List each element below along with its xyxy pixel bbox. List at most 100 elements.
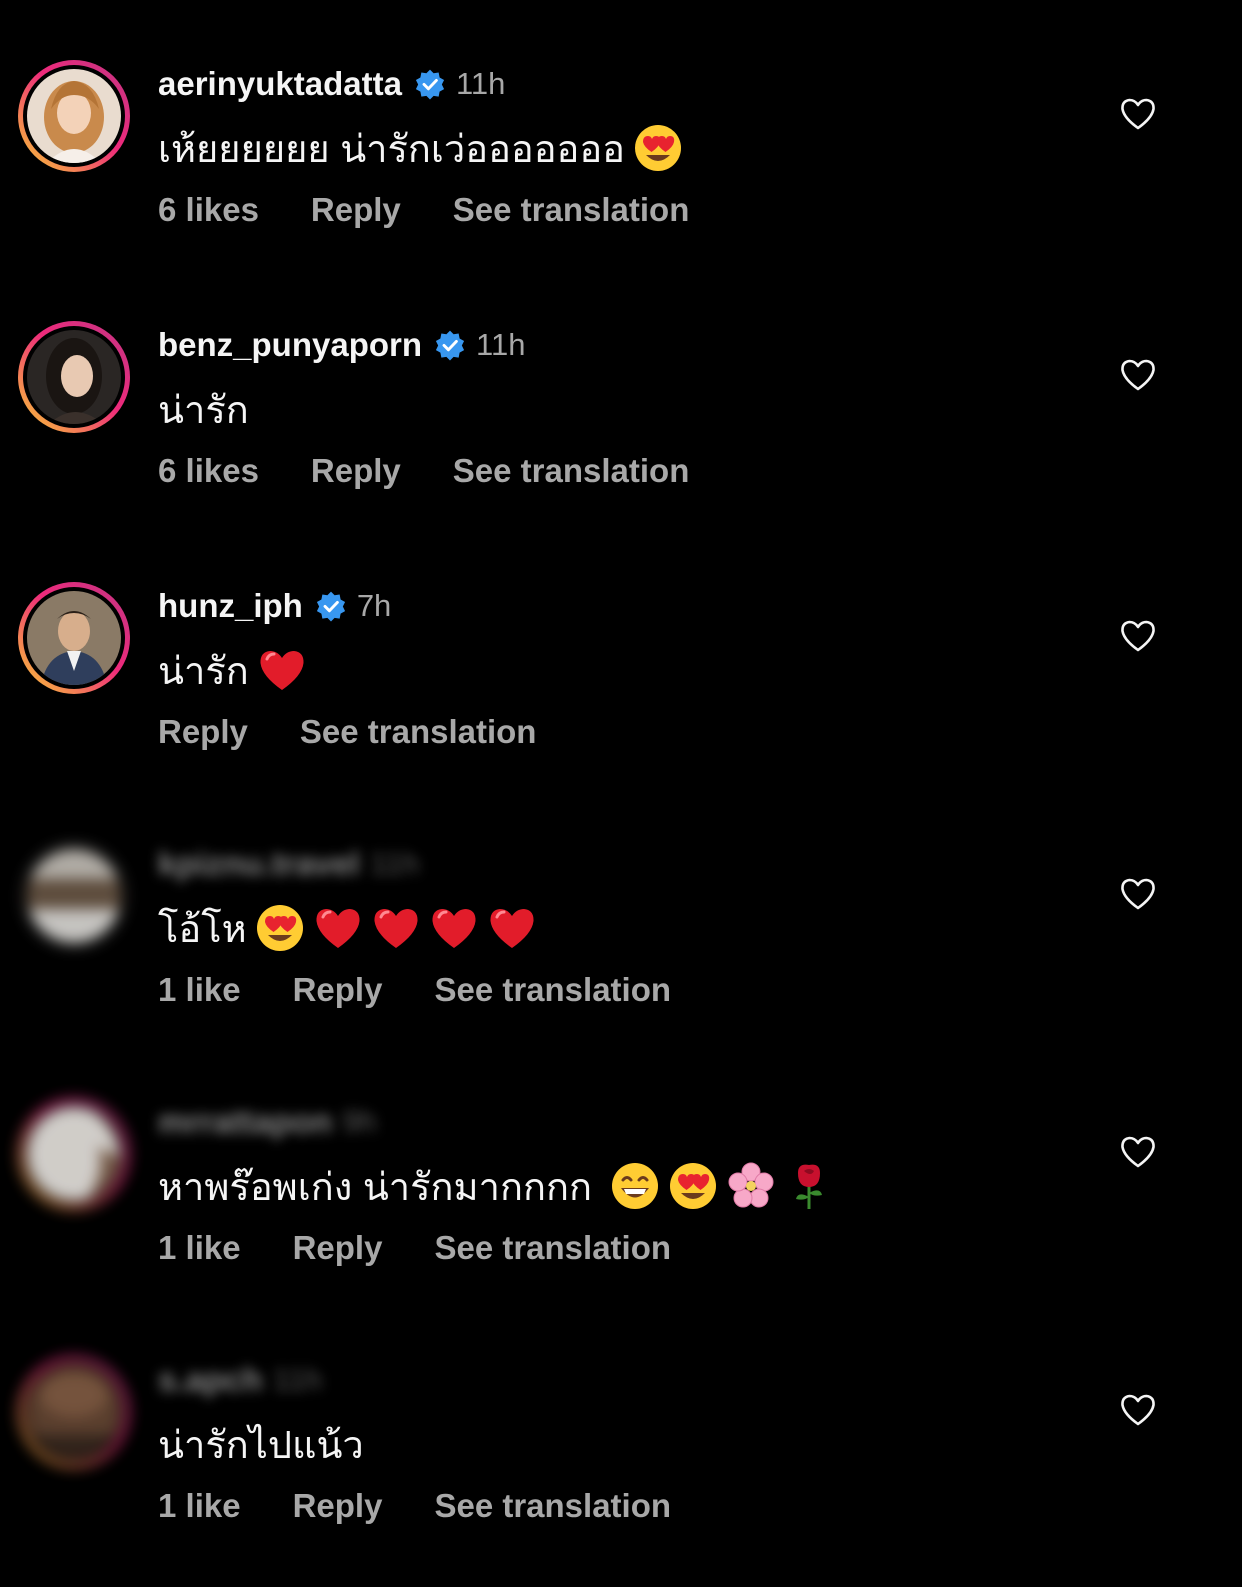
username-link[interactable]: kpiznu.travel (158, 845, 360, 883)
likes-count[interactable]: 1 like (158, 971, 241, 1009)
reply-button[interactable]: Reply (311, 452, 401, 490)
avatar-border (23, 65, 125, 167)
verified-badge-icon (435, 330, 465, 361)
comment-item: mrrattapon 9h หาพร๊อพเก่ง น่ารักมากกกก 1… (0, 1098, 1242, 1318)
comment-text: โอ้โห (158, 908, 247, 951)
red-heart-emoji (316, 909, 360, 948)
avatar[interactable] (27, 69, 121, 163)
comment-item: aerinyuktadatta 11h เห้ยยยยยย น่ารักเว่อ… (0, 60, 1242, 280)
see-translation-button[interactable]: See translation (453, 191, 690, 229)
avatar-border (23, 845, 125, 947)
reply-button[interactable]: Reply (293, 971, 383, 1009)
comment-text: น่ารัก (158, 650, 249, 693)
verified-badge-icon (316, 591, 345, 622)
avatar[interactable] (27, 591, 121, 685)
reply-button[interactable]: Reply (293, 1487, 383, 1525)
story-ring[interactable] (18, 1098, 130, 1210)
likes-count[interactable]: 6 likes (158, 191, 259, 229)
reply-button[interactable]: Reply (158, 713, 248, 751)
see-translation-button[interactable]: See translation (434, 1229, 671, 1267)
like-heart-icon[interactable] (1118, 355, 1158, 395)
avatar[interactable] (27, 849, 121, 943)
username-link[interactable]: benz_punyaporn (158, 326, 422, 364)
comment-header: mrrattapon 9h (158, 1100, 377, 1144)
see-translation-button[interactable]: See translation (453, 452, 690, 490)
heart-eyes-emoji (256, 905, 303, 951)
rose-emoji (795, 1164, 822, 1209)
like-heart-icon[interactable] (1118, 616, 1158, 656)
username-link[interactable]: mrrattapon (158, 1103, 332, 1141)
timestamp: 11h (455, 66, 506, 101)
avatar-border (23, 1361, 125, 1463)
comment-text: หาพร๊อพเก่ง น่ารักมากกกก (158, 1166, 592, 1209)
avatar-border (23, 1103, 125, 1205)
comment-body: เห้ยยยยยย น่ารักเว่อออออออ (158, 118, 683, 178)
username-link[interactable]: s.apch (158, 1361, 263, 1399)
timestamp: 11h (369, 846, 420, 881)
heart-eyes-emoji (669, 1163, 716, 1209)
red-heart-emoji (432, 909, 476, 948)
reply-button[interactable]: Reply (311, 191, 401, 229)
see-translation-button[interactable]: See translation (434, 1487, 671, 1525)
timestamp: 9h (342, 1104, 377, 1139)
avatar[interactable] (27, 330, 121, 424)
heart-eyes-emoji (635, 125, 682, 171)
comment-text: น่ารักไปแน้ว (158, 1424, 364, 1467)
avatar-image (27, 1365, 121, 1459)
comment-header: s.apch 11h (158, 1358, 322, 1402)
avatar-image (27, 849, 121, 943)
comment-item: benz_punyaporn 11h น่ารัก 6 likes Reply … (0, 321, 1242, 541)
comment-actions: 1 like Reply See translation (158, 1226, 723, 1270)
timestamp: 11h (272, 1362, 322, 1397)
see-translation-button[interactable]: See translation (434, 971, 671, 1009)
likes-count[interactable]: 1 like (158, 1487, 241, 1525)
comment-body: โอ้โห (158, 898, 537, 958)
story-ring[interactable] (18, 60, 130, 172)
comment-header: benz_punyaporn 11h (158, 323, 525, 367)
timestamp: 7h (356, 588, 392, 623)
username-link[interactable]: hunz_iph (158, 587, 303, 625)
avatar-ring[interactable] (18, 840, 130, 952)
comment-header: aerinyuktadatta 11h (158, 62, 505, 106)
comment-actions: 6 likes Reply See translation (158, 188, 741, 232)
red-heart-emoji (490, 909, 534, 948)
red-heart-emoji (260, 651, 304, 690)
comment-body: น่ารัก (158, 640, 307, 700)
reply-button[interactable]: Reply (293, 1229, 383, 1267)
story-ring[interactable] (18, 321, 130, 433)
comment-body: หาพร๊อพเก่ง น่ารักมากกกก (158, 1156, 834, 1216)
like-heart-icon[interactable] (1118, 1390, 1158, 1430)
comment-item: hunz_iph 7h น่ารัก Reply See translation (0, 582, 1242, 802)
avatar[interactable] (27, 1107, 121, 1201)
verified-badge-icon (415, 69, 445, 100)
like-heart-icon[interactable] (1118, 1132, 1158, 1172)
comment-header: kpiznu.travel 11h (158, 842, 419, 886)
comment-actions: 1 like Reply See translation (158, 968, 723, 1012)
comment-item: kpiznu.travel 11h โอ้โห 1 like Reply See… (0, 840, 1242, 1060)
avatar-image (27, 1107, 121, 1201)
see-translation-button[interactable]: See translation (300, 713, 537, 751)
avatar-image (27, 330, 121, 424)
avatar-border (23, 326, 125, 428)
like-heart-icon[interactable] (1118, 94, 1158, 134)
like-heart-icon[interactable] (1118, 874, 1158, 914)
story-ring[interactable] (18, 582, 130, 694)
likes-count[interactable]: 1 like (158, 1229, 241, 1267)
comment-header: hunz_iph 7h (158, 584, 391, 628)
avatar[interactable] (27, 1365, 121, 1459)
comment-item: s.apch 11h น่ารักไปแน้ว 1 like Reply See… (0, 1356, 1242, 1576)
likes-count[interactable]: 6 likes (158, 452, 259, 490)
timestamp: 11h (476, 327, 526, 362)
comment-body: น่ารักไปแน้ว (158, 1414, 364, 1474)
comment-text: น่ารัก (158, 389, 249, 432)
avatar-border (23, 587, 125, 689)
comment-actions: 6 likes Reply See translation (158, 449, 741, 493)
avatar-image (27, 591, 121, 685)
username-link[interactable]: aerinyuktadatta (158, 65, 402, 103)
avatar-image (27, 69, 121, 163)
grinning-emoji (611, 1163, 658, 1209)
comment-actions: Reply See translation (158, 710, 588, 754)
comment-body: น่ารัก (158, 379, 249, 439)
story-ring[interactable] (18, 1356, 130, 1468)
red-heart-emoji (374, 909, 418, 948)
